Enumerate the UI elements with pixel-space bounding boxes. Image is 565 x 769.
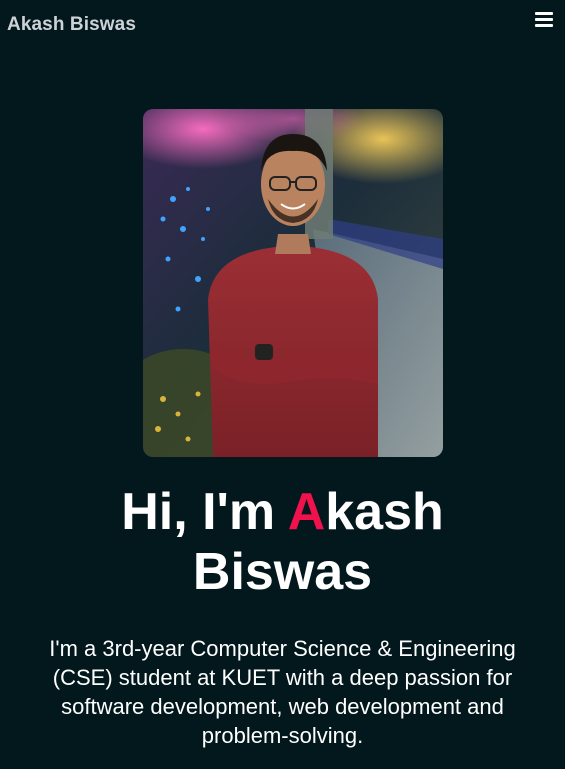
hero-title-accent: A: [287, 483, 326, 541]
hero-title-prefix: Hi, I'm: [121, 483, 288, 541]
menu-bar: [535, 24, 553, 27]
hero-description: I'm a 3rd-year Computer Science & Engine…: [49, 636, 516, 748]
hero-title-line2: Biswas: [192, 543, 373, 601]
profile-photo: [143, 109, 443, 457]
site-brand[interactable]: Akash Biswas: [7, 14, 136, 36]
hamburger-menu-icon[interactable]: [535, 11, 553, 27]
menu-bar: [535, 18, 553, 21]
hero-title-rest: kash: [325, 483, 444, 541]
hero-title: Hi, I'm Akash Biswas: [0, 482, 565, 602]
portfolio-page: Akash Biswas Hi, I'm Akash Biswas I'm a …: [0, 0, 565, 769]
menu-bar: [535, 12, 553, 15]
